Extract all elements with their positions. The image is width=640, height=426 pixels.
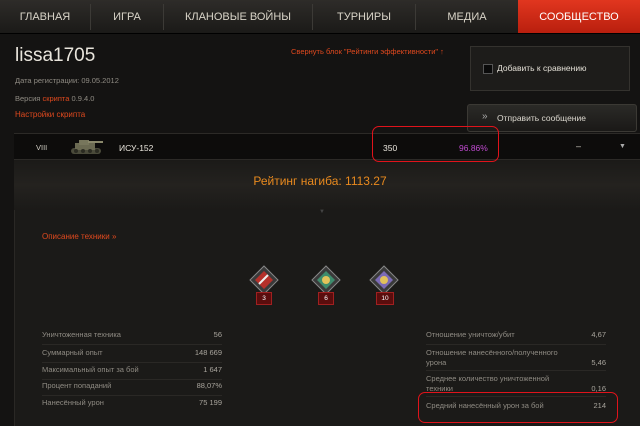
achievement-count: 10 <box>376 292 394 305</box>
divider <box>426 344 606 345</box>
chevron-down-icon: ▼ <box>319 209 325 215</box>
stat-damage: Нанесённый урон 75 199 <box>42 398 222 410</box>
achievement-3[interactable]: 10 <box>368 264 400 305</box>
divider <box>42 344 222 345</box>
stat-value: 88,07% <box>196 381 222 390</box>
divider <box>42 379 222 380</box>
tank-row[interactable]: VIII ИСУ-152 350 96.86% – ▼ <box>14 133 640 160</box>
nav-clan-wars[interactable]: КЛАНОВЫЕ ВОЙНЫ <box>164 0 312 33</box>
stat-value: 5,46 <box>591 358 606 367</box>
send-message-label: Отправить сообщение <box>497 113 586 123</box>
stat-damage-ratio: Отношение нанесённого/полученного урона … <box>426 348 606 370</box>
stat-label: Максимальный опыт за бой <box>42 365 139 374</box>
stat-kd-ratio: Отношение уничтож/убит 4,67 <box>426 330 606 342</box>
stat-value: 56 <box>213 330 222 339</box>
stat-max-xp: Максимальный опыт за бой 1 647 <box>42 365 222 377</box>
stat-value: 75 199 <box>199 398 222 407</box>
stat-label: Нанесённый урон <box>42 398 104 407</box>
stat-value: 148 669 <box>194 348 222 357</box>
compare-label[interactable]: Добавить к сравнению <box>497 63 586 73</box>
stat-label: Суммарный опыт <box>42 348 103 357</box>
script-settings-link[interactable]: Настройки скрипта <box>15 110 85 119</box>
compare-panel: Добавить к сравнению <box>470 46 630 91</box>
achievement-2[interactable]: 6 <box>310 264 342 305</box>
divider <box>42 362 222 363</box>
nav-community[interactable]: СООБЩЕСТВО <box>518 0 640 33</box>
stat-value: 4,67 <box>591 330 606 339</box>
stat-label: Среднее количество уничтоженной техники <box>426 374 550 393</box>
tank-tier: VIII <box>36 143 48 152</box>
nav-media[interactable]: МЕДИА <box>416 0 518 33</box>
script-link[interactable]: скрипта <box>42 94 69 103</box>
top-nav: ГЛАВНАЯ ИГРА КЛАНОВЫЕ ВОЙНЫ ТУРНИРЫ МЕДИ… <box>0 0 640 34</box>
divider <box>426 370 606 371</box>
stat-value: 1 647 <box>203 365 222 374</box>
achievement-count: 6 <box>318 292 334 305</box>
stat-destroyed: Уничтоженная техника 56 <box>42 330 222 342</box>
nav-home[interactable]: ГЛАВНАЯ <box>0 0 90 33</box>
nav-game[interactable]: ИГРА <box>91 0 163 33</box>
divider <box>42 395 222 396</box>
highlight-avg-damage <box>418 392 618 423</box>
script-version: Версия скрипта 0.9.4.0 <box>15 94 94 103</box>
highlight-battles-winrate <box>372 126 499 162</box>
stat-total-xp: Суммарный опыт 148 669 <box>42 348 222 360</box>
extra-value: – <box>576 141 582 151</box>
rating-text: Рейтинг нагиба: 1113.27 <box>253 174 387 188</box>
stat-hit-rate: Процент попаданий 88,07% <box>42 381 222 393</box>
collapse-ratings-link[interactable]: Свернуть блок "Рейтинги эффективности" ↑ <box>291 47 444 56</box>
stat-label: Отношение уничтож/убит <box>426 330 515 339</box>
tank-name: ИСУ-152 <box>119 143 154 153</box>
username: lissa1705 <box>15 45 96 66</box>
stat-label: Уничтоженная техника <box>42 330 121 339</box>
stat-label: Отношение нанесённого/полученного урона <box>426 348 558 367</box>
stat-label: Процент попаданий <box>42 381 112 390</box>
caret-down-icon[interactable]: ▼ <box>619 143 626 150</box>
version-prefix: Версия <box>15 94 41 103</box>
achievement-1[interactable]: 3 <box>248 264 280 305</box>
nav-tournaments[interactable]: ТУРНИРЫ <box>313 0 415 33</box>
vehicle-description-link[interactable]: Описание техники » <box>42 232 116 241</box>
compare-checkbox[interactable] <box>483 64 493 74</box>
registration-date: Дата регистрации: 09.05.2012 <box>15 76 119 85</box>
achievement-count: 3 <box>256 292 272 305</box>
double-chevron-icon: » <box>482 111 488 122</box>
tank-icon <box>69 138 105 158</box>
version-number: 0.9.4.0 <box>71 94 95 103</box>
